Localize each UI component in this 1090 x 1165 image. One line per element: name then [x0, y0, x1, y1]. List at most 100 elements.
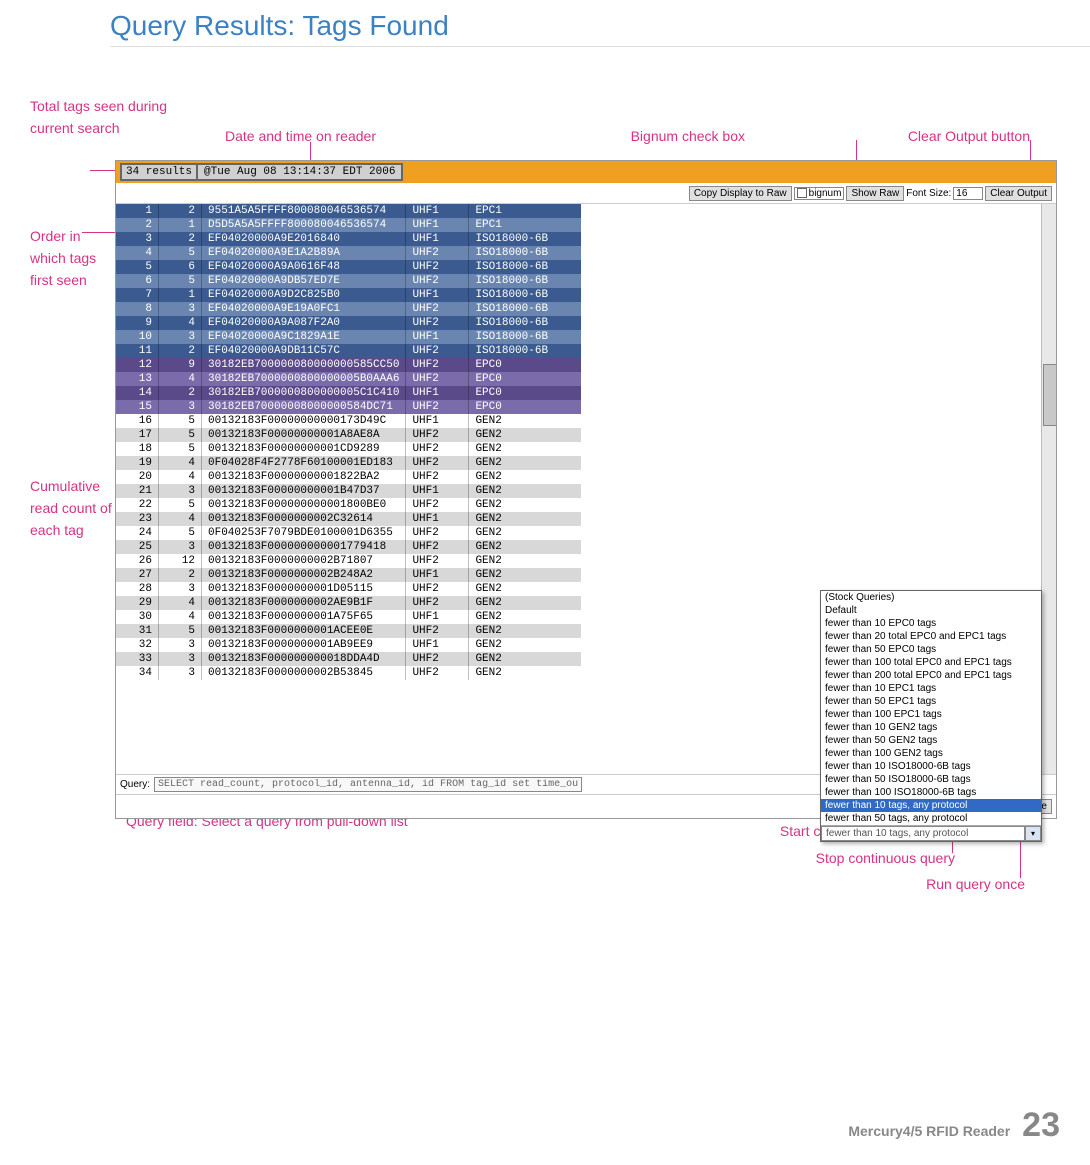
table-row[interactable]: 29400132183F0000000002AE9B1FUHF2GEN2	[116, 596, 581, 610]
cell-protocol: GEN2	[469, 554, 582, 568]
callout-once: Run query once	[790, 873, 1025, 895]
cell-read-count: 5	[159, 526, 202, 540]
cell-antenna: UHF2	[406, 652, 469, 666]
cell-index: 6	[116, 274, 159, 288]
font-size-value[interactable]: 16	[953, 187, 983, 200]
cell-tag-id: 00132183F00000000001A8AE8A	[202, 428, 406, 442]
dropdown-item[interactable]: fewer than 100 EPC1 tags	[821, 708, 1041, 721]
cell-index: 1	[116, 204, 159, 218]
table-row[interactable]: 2450F040253F7079BDE0100001D6355UHF2GEN2	[116, 526, 581, 540]
dropdown-item[interactable]: fewer than 200 total EPC0 and EPC1 tags	[821, 669, 1041, 682]
scrollbar[interactable]	[1041, 204, 1056, 774]
cell-index: 30	[116, 610, 159, 624]
table-row[interactable]: 32EF04020000A9E2016840UHF1ISO18000-6B	[116, 232, 581, 246]
cell-index: 16	[116, 414, 159, 428]
table-row[interactable]: 261200132183F0000000002B71807UHF2GEN2	[116, 554, 581, 568]
cell-antenna: UHF2	[406, 540, 469, 554]
table-row[interactable]: 31500132183F0000000001ACEE0EUHF2GEN2	[116, 624, 581, 638]
clear-output-button[interactable]: Clear Output	[985, 186, 1052, 201]
table-row[interactable]: 15330182EB70000008000000584DC71UHF2EPC0	[116, 400, 581, 414]
cell-tag-id: EF04020000A9DB57ED7E	[202, 274, 406, 288]
table-row[interactable]: 30400132183F0000000001A75F65UHF1GEN2	[116, 610, 581, 624]
chevron-down-icon[interactable]: ▾	[1025, 826, 1041, 841]
stock-queries-dropdown[interactable]: (Stock Queries)Defaultfewer than 10 EPC0…	[820, 590, 1042, 842]
table-row[interactable]: 23400132183F0000000002C32614UHF1GEN2	[116, 512, 581, 526]
table-row[interactable]: 21D5D5A5A5FFFF800080046536574UHF1EPC1	[116, 218, 581, 232]
cell-tag-id: EF04020000A9DB11C57C	[202, 344, 406, 358]
table-row[interactable]: 65EF04020000A9DB57ED7EUHF2ISO18000-6B	[116, 274, 581, 288]
table-row[interactable]: 25300132183F000000000001779418UHF2GEN2	[116, 540, 581, 554]
table-row[interactable]: 33300132183F000000000018DDA4DUHF2GEN2	[116, 652, 581, 666]
footer-label: Mercury4/5 RFID Reader	[848, 1123, 1010, 1139]
dropdown-item[interactable]: (Stock Queries)	[821, 591, 1041, 604]
cell-protocol: GEN2	[469, 624, 582, 638]
cell-index: 29	[116, 596, 159, 610]
table-row[interactable]: 71EF04020000A9D2C825B0UHF1ISO18000-6B	[116, 288, 581, 302]
dropdown-item[interactable]: fewer than 10 EPC1 tags	[821, 682, 1041, 695]
cell-tag-id: 30182EB70000008000000584DC71	[202, 400, 406, 414]
cell-read-count: 2	[159, 232, 202, 246]
table-row[interactable]: 34300132183F0000000002B53845UHF2GEN2	[116, 666, 581, 680]
table-row[interactable]: 129551A5A5FFFF800080046536574UHF1EPC1	[116, 204, 581, 218]
cell-protocol: ISO18000-6B	[469, 232, 582, 246]
dropdown-item[interactable]: fewer than 50 tags, any protocol	[821, 812, 1041, 825]
dropdown-item[interactable]: fewer than 100 GEN2 tags	[821, 747, 1041, 760]
dropdown-item[interactable]: fewer than 10 tags, any protocol	[821, 799, 1041, 812]
table-row[interactable]: 16500132183F00000000000173D49CUHF1GEN2	[116, 414, 581, 428]
table-row[interactable]: 14230182EB7000000800000005C1C410UHF1EPC0	[116, 386, 581, 400]
cell-read-count: 3	[159, 400, 202, 414]
cell-antenna: UHF2	[406, 666, 469, 680]
cell-index: 28	[116, 582, 159, 596]
table-row[interactable]: 13430182EB7000000800000005B0AAA6UHF2EPC0	[116, 372, 581, 386]
dropdown-item[interactable]: fewer than 10 ISO18000-6B tags	[821, 760, 1041, 773]
dropdown-item[interactable]: fewer than 100 total EPC0 and EPC1 tags	[821, 656, 1041, 669]
scrollbar-thumb[interactable]	[1043, 364, 1056, 426]
query-input[interactable]	[154, 777, 582, 792]
table-row[interactable]: 28300132183F0000000001D05115UHF2GEN2	[116, 582, 581, 596]
dropdown-item[interactable]: fewer than 50 ISO18000-6B tags	[821, 773, 1041, 786]
copy-display-button[interactable]: Copy Display to Raw	[689, 186, 792, 201]
table-row[interactable]: 56EF04020000A9A0616F48UHF2ISO18000-6B	[116, 260, 581, 274]
table-row[interactable]: 112EF04020000A9DB11C57CUHF2ISO18000-6B	[116, 344, 581, 358]
bignum-checkbox[interactable]: bignum	[794, 187, 845, 200]
dropdown-item[interactable]: Default	[821, 604, 1041, 617]
table-row[interactable]: 45EF04020000A9E1A2B89AUHF2ISO18000-6B	[116, 246, 581, 260]
dropdown-item[interactable]: fewer than 10 EPC0 tags	[821, 617, 1041, 630]
cell-protocol: GEN2	[469, 414, 582, 428]
table-row[interactable]: 22500132183F000000000001800BE0UHF2GEN2	[116, 498, 581, 512]
dropdown-item[interactable]: fewer than 20 total EPC0 and EPC1 tags	[821, 630, 1041, 643]
cell-antenna: UHF1	[406, 232, 469, 246]
table-row[interactable]: 83EF04020000A9E19A0FC1UHF2ISO18000-6B	[116, 302, 581, 316]
dropdown-item[interactable]: fewer than 50 EPC0 tags	[821, 643, 1041, 656]
cell-tag-id: EF04020000A9E1A2B89A	[202, 246, 406, 260]
cell-protocol: ISO18000-6B	[469, 302, 582, 316]
cell-index: 7	[116, 288, 159, 302]
table-row[interactable]: 27200132183F0000000002B248A2UHF1GEN2	[116, 568, 581, 582]
result-count: 34 results	[120, 163, 198, 181]
cell-tag-id: EF04020000A9C1829A1E	[202, 330, 406, 344]
table-row[interactable]: 21300132183F00000000001B47D37UHF1GEN2	[116, 484, 581, 498]
table-row[interactable]: 18500132183F00000000001CD9289UHF2GEN2	[116, 442, 581, 456]
dropdown-footer-text: fewer than 10 tags, any protocol	[821, 826, 1025, 841]
table-row[interactable]: 103EF04020000A9C1829A1EUHF1ISO18000-6B	[116, 330, 581, 344]
table-row[interactable]: 32300132183F0000000001AB9EE9UHF1GEN2	[116, 638, 581, 652]
dropdown-item[interactable]: fewer than 100 ISO18000-6B tags	[821, 786, 1041, 799]
dropdown-item[interactable]: fewer than 50 GEN2 tags	[821, 734, 1041, 747]
show-raw-button[interactable]: Show Raw	[846, 186, 904, 201]
cell-antenna: UHF2	[406, 358, 469, 372]
table-row[interactable]: 17500132183F00000000001A8AE8AUHF2GEN2	[116, 428, 581, 442]
cell-antenna: UHF1	[406, 330, 469, 344]
dropdown-item[interactable]: fewer than 50 EPC1 tags	[821, 695, 1041, 708]
table-row[interactable]: 94EF04020000A9A087F2A0UHF2ISO18000-6B	[116, 316, 581, 330]
table-row[interactable]: 12930182EB700000080000000585CC50UHF2EPC0	[116, 358, 581, 372]
table-row[interactable]: 20400132183F00000000001822BA2UHF2GEN2	[116, 470, 581, 484]
reader-datetime: @Tue Aug 08 13:14:37 EDT 2006	[198, 163, 403, 181]
cell-read-count: 3	[159, 540, 202, 554]
cell-tag-id: 00132183F0000000001D05115	[202, 582, 406, 596]
table-row[interactable]: 1940F04028F4F2778F60100001ED183UHF2GEN2	[116, 456, 581, 470]
cell-protocol: GEN2	[469, 652, 582, 666]
cell-antenna: UHF1	[406, 512, 469, 526]
cell-protocol: ISO18000-6B	[469, 246, 582, 260]
cell-antenna: UHF2	[406, 596, 469, 610]
dropdown-item[interactable]: fewer than 10 GEN2 tags	[821, 721, 1041, 734]
